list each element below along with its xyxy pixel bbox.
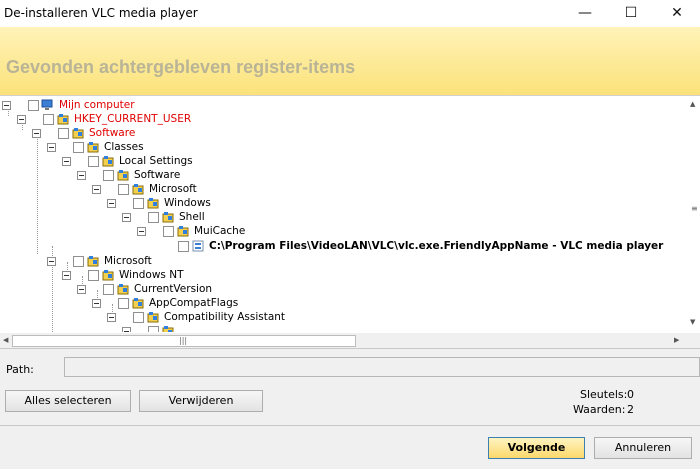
node-label: Shell (179, 211, 205, 223)
node-checkbox[interactable] (133, 198, 144, 209)
title-bar: De-installeren VLC media player — ☐ ✕ (0, 0, 700, 27)
values-count: 2 (627, 403, 634, 416)
window-title: De-installeren VLC media player (4, 6, 198, 20)
scroll-left-icon[interactable]: ◀ (3, 336, 8, 344)
node-checkbox[interactable] (103, 284, 114, 295)
node-checkbox[interactable] (103, 170, 114, 181)
registry-folder-icon (147, 198, 159, 209)
node-label: Microsoft (104, 255, 152, 267)
node-checkbox[interactable] (73, 256, 84, 267)
node-checkbox[interactable] (118, 184, 129, 195)
node-label: Classes (104, 141, 144, 153)
computer-icon (41, 99, 53, 110)
node-checkbox[interactable] (163, 226, 174, 237)
path-label: Path: (6, 363, 34, 376)
scroll-right-icon[interactable]: ▶ (674, 336, 679, 344)
keys-count: 0 (627, 388, 634, 401)
collapse-icon[interactable] (17, 115, 26, 124)
vertical-scrollbar[interactable]: ▲ ≡ ▼ (687, 96, 700, 332)
collapse-icon[interactable] (47, 143, 56, 152)
registry-folder-icon (57, 114, 69, 125)
collapse-icon[interactable] (107, 313, 116, 322)
next-button[interactable]: Volgende (488, 437, 585, 459)
collapse-icon[interactable] (62, 157, 71, 166)
registry-tree-panel: Mijn computer HKEY_CURRENT_USER Software… (0, 95, 700, 349)
registry-folder-icon (177, 226, 189, 237)
node-checkbox[interactable] (73, 142, 84, 153)
collapse-icon[interactable] (122, 327, 131, 332)
close-button[interactable]: ✕ (654, 0, 700, 27)
node-label: AppCompatFlags (149, 297, 239, 309)
horizontal-scrollbar[interactable]: ◀ ||| ▶ (0, 333, 687, 348)
registry-folder-icon (87, 256, 99, 267)
node-label: C:\Program Files\VideoLAN\VLC\vlc.exe.Fr… (209, 240, 664, 252)
registry-folder-icon (162, 326, 174, 332)
collapse-icon[interactable] (77, 285, 86, 294)
values-label: Waarden: (573, 403, 626, 416)
collapse-icon[interactable] (92, 299, 101, 308)
scroll-grip-icon[interactable]: ≡ (691, 204, 698, 213)
page-title: Gevonden achtergebleven register-items (6, 57, 356, 77)
collapse-icon[interactable] (2, 101, 11, 110)
tree-connector (37, 134, 38, 254)
registry-folder-icon (132, 184, 144, 195)
minimize-button[interactable]: — (562, 0, 608, 27)
scroll-down-icon[interactable]: ▼ (690, 318, 695, 326)
scroll-corner (687, 333, 700, 348)
node-checkbox[interactable] (43, 114, 54, 125)
node-checkbox[interactable] (58, 128, 69, 139)
node-label: Mijn computer (59, 99, 135, 111)
node-label: Software (89, 127, 136, 139)
registry-folder-icon (117, 284, 129, 295)
node-label: Compatibility Assistant (164, 311, 286, 323)
registry-folder-icon (132, 298, 144, 309)
keys-label: Sleutels: (580, 388, 628, 401)
divider (0, 425, 700, 426)
node-label: Local Settings (119, 155, 193, 167)
node-label: Microsoft (149, 183, 197, 195)
registry-folder-icon (117, 170, 129, 181)
node-checkbox[interactable] (148, 212, 159, 223)
scroll-grip-icon[interactable]: ||| (179, 336, 187, 345)
registry-tree[interactable]: Mijn computer HKEY_CURRENT_USER Software… (0, 96, 687, 332)
collapse-icon[interactable] (47, 257, 56, 266)
node-checkbox[interactable] (148, 326, 159, 332)
node-label: Windows (164, 197, 211, 209)
collapse-icon[interactable] (92, 185, 101, 194)
select-all-button[interactable]: Alles selecteren (5, 390, 131, 412)
node-label: Windows NT (119, 269, 184, 281)
node-label: Software (134, 169, 181, 181)
collapse-icon[interactable] (137, 227, 146, 236)
path-field[interactable] (64, 357, 700, 377)
collapse-icon[interactable] (122, 213, 131, 222)
horizontal-scroll-thumb[interactable]: ||| (12, 335, 356, 347)
collapse-icon[interactable] (77, 171, 86, 180)
node-label: HKEY_CURRENT_USER (74, 113, 192, 125)
maximize-button[interactable]: ☐ (608, 0, 654, 27)
node-label: MuiCache (194, 225, 246, 237)
node-checkbox[interactable] (28, 100, 39, 111)
node-checkbox[interactable] (88, 270, 99, 281)
remove-button[interactable]: Verwijderen (139, 390, 263, 412)
node-checkbox[interactable] (133, 312, 144, 323)
cancel-button[interactable]: Annuleren (594, 437, 692, 459)
registry-folder-icon (87, 142, 99, 153)
header-banner: Gevonden achtergebleven register-items (0, 27, 700, 95)
registry-folder-icon (102, 156, 114, 167)
collapse-icon[interactable] (107, 199, 116, 208)
registry-folder-icon (102, 270, 114, 281)
node-checkbox[interactable] (118, 298, 129, 309)
registry-folder-icon (72, 128, 84, 139)
registry-folder-icon (147, 312, 159, 323)
registry-value-icon (192, 240, 204, 252)
registry-folder-icon (162, 212, 174, 223)
collapse-icon[interactable] (62, 271, 71, 280)
node-checkbox[interactable] (88, 156, 99, 167)
scroll-up-icon[interactable]: ▲ (690, 100, 695, 108)
node-label: CurrentVersion (134, 283, 213, 295)
collapse-icon[interactable] (32, 129, 41, 138)
node-checkbox[interactable] (178, 241, 189, 252)
